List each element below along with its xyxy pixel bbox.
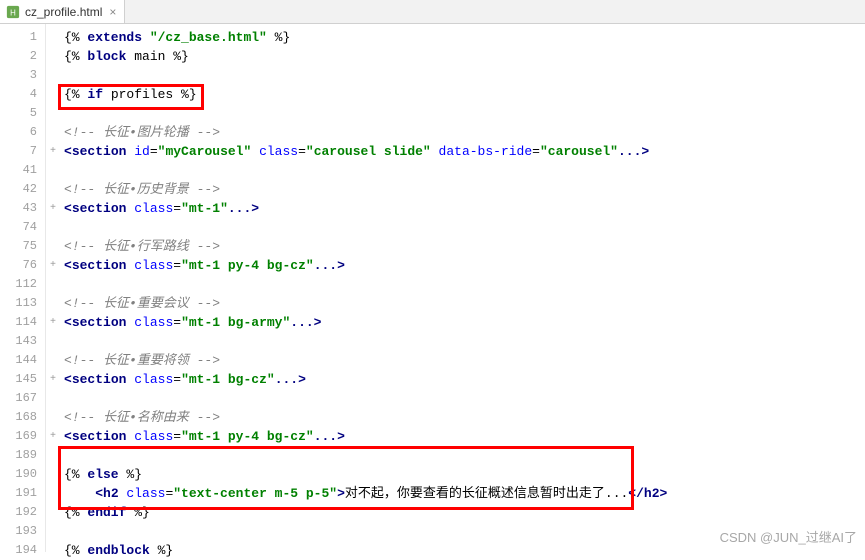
code-line: <!-- 长征•历史背景 --> xyxy=(64,180,865,199)
fold-marker[interactable] xyxy=(46,503,60,522)
tab-label: cz_profile.html xyxy=(25,5,102,19)
code-line: {% endblock %} xyxy=(64,541,865,560)
code-line xyxy=(64,522,865,541)
fold-marker[interactable] xyxy=(46,66,60,85)
fold-marker[interactable] xyxy=(46,332,60,351)
line-number: 41 xyxy=(0,161,45,180)
fold-marker[interactable] xyxy=(46,408,60,427)
code-line: <!-- 长征•行军路线 --> xyxy=(64,237,865,256)
line-number: 194 xyxy=(0,541,45,560)
code-area[interactable]: {% extends "/cz_base.html" %} {% block m… xyxy=(60,24,865,552)
code-line: <section class="mt-1"...> xyxy=(64,199,865,218)
code-line: <h2 class="text-center m-5 p-5">对不起，你要查看… xyxy=(64,484,865,503)
line-number: 167 xyxy=(0,389,45,408)
code-line: <section class="mt-1 bg-cz"...> xyxy=(64,370,865,389)
tab-bar: H cz_profile.html × xyxy=(0,0,865,24)
code-line xyxy=(64,218,865,237)
fold-marker[interactable]: + xyxy=(46,256,60,275)
fold-gutter: + + + + + + xyxy=(46,24,60,552)
line-number: 168 xyxy=(0,408,45,427)
code-line xyxy=(64,161,865,180)
line-number: 145 xyxy=(0,370,45,389)
fold-marker[interactable]: + xyxy=(46,142,60,161)
line-number: 75 xyxy=(0,237,45,256)
code-editor[interactable]: 1 2 3 4 5 6 7 41 42 43 74 75 76 112 113 … xyxy=(0,24,865,552)
fold-marker[interactable] xyxy=(46,389,60,408)
code-line: <!-- 长征•重要会议 --> xyxy=(64,294,865,313)
line-number: 192 xyxy=(0,503,45,522)
fold-marker[interactable] xyxy=(46,484,60,503)
code-line: <section class="mt-1 py-4 bg-cz"...> xyxy=(64,256,865,275)
code-line: {% if profiles %} xyxy=(64,85,865,104)
line-number: 114 xyxy=(0,313,45,332)
fold-marker[interactable] xyxy=(46,294,60,313)
code-line xyxy=(64,446,865,465)
line-number: 112 xyxy=(0,275,45,294)
fold-marker[interactable] xyxy=(46,351,60,370)
fold-marker[interactable] xyxy=(46,465,60,484)
code-line: {% extends "/cz_base.html" %} xyxy=(64,28,865,47)
fold-marker[interactable]: + xyxy=(46,370,60,389)
close-icon[interactable]: × xyxy=(109,5,116,19)
line-number: 143 xyxy=(0,332,45,351)
fold-marker[interactable]: + xyxy=(46,199,60,218)
fold-marker[interactable] xyxy=(46,522,60,541)
code-line: <section class="mt-1 bg-army"...> xyxy=(64,313,865,332)
line-number: 169 xyxy=(0,427,45,446)
line-number: 5 xyxy=(0,104,45,123)
line-number: 189 xyxy=(0,446,45,465)
code-line xyxy=(64,275,865,294)
code-line xyxy=(64,389,865,408)
svg-text:H: H xyxy=(10,8,16,17)
line-number: 191 xyxy=(0,484,45,503)
line-number: 3 xyxy=(0,66,45,85)
code-line: <!-- 长征•图片轮播 --> xyxy=(64,123,865,142)
fold-marker[interactable]: + xyxy=(46,427,60,446)
code-line: <section class="mt-1 py-4 bg-cz"...> xyxy=(64,427,865,446)
fold-marker[interactable]: + xyxy=(46,313,60,332)
fold-marker[interactable] xyxy=(46,237,60,256)
code-line: {% block main %} xyxy=(64,47,865,66)
tab-cz-profile[interactable]: H cz_profile.html × xyxy=(0,0,125,23)
code-line: <!-- 长征•名称由来 --> xyxy=(64,408,865,427)
fold-marker[interactable] xyxy=(46,28,60,47)
fold-marker[interactable] xyxy=(46,47,60,66)
line-number: 4 xyxy=(0,85,45,104)
line-number: 6 xyxy=(0,123,45,142)
code-line: {% endif %} xyxy=(64,503,865,522)
code-line: <!-- 长征•重要将领 --> xyxy=(64,351,865,370)
line-number: 43 xyxy=(0,199,45,218)
line-number: 144 xyxy=(0,351,45,370)
fold-marker[interactable] xyxy=(46,85,60,104)
fold-marker[interactable] xyxy=(46,123,60,142)
fold-marker[interactable] xyxy=(46,180,60,199)
fold-marker[interactable] xyxy=(46,446,60,465)
code-line: <section id="myCarousel" class="carousel… xyxy=(64,142,865,161)
line-number: 193 xyxy=(0,522,45,541)
fold-marker[interactable] xyxy=(46,161,60,180)
html-file-icon: H xyxy=(6,5,20,19)
line-number-gutter: 1 2 3 4 5 6 7 41 42 43 74 75 76 112 113 … xyxy=(0,24,46,552)
line-number: 113 xyxy=(0,294,45,313)
line-number: 1 xyxy=(0,28,45,47)
line-number: 76 xyxy=(0,256,45,275)
code-line xyxy=(64,104,865,123)
code-line xyxy=(64,332,865,351)
line-number: 74 xyxy=(0,218,45,237)
line-number: 7 xyxy=(0,142,45,161)
fold-marker[interactable] xyxy=(46,218,60,237)
code-line xyxy=(64,66,865,85)
fold-marker[interactable] xyxy=(46,104,60,123)
fold-marker[interactable] xyxy=(46,275,60,294)
line-number: 190 xyxy=(0,465,45,484)
fold-marker[interactable] xyxy=(46,541,60,560)
line-number: 2 xyxy=(0,47,45,66)
line-number: 42 xyxy=(0,180,45,199)
code-line: {% else %} xyxy=(64,465,865,484)
